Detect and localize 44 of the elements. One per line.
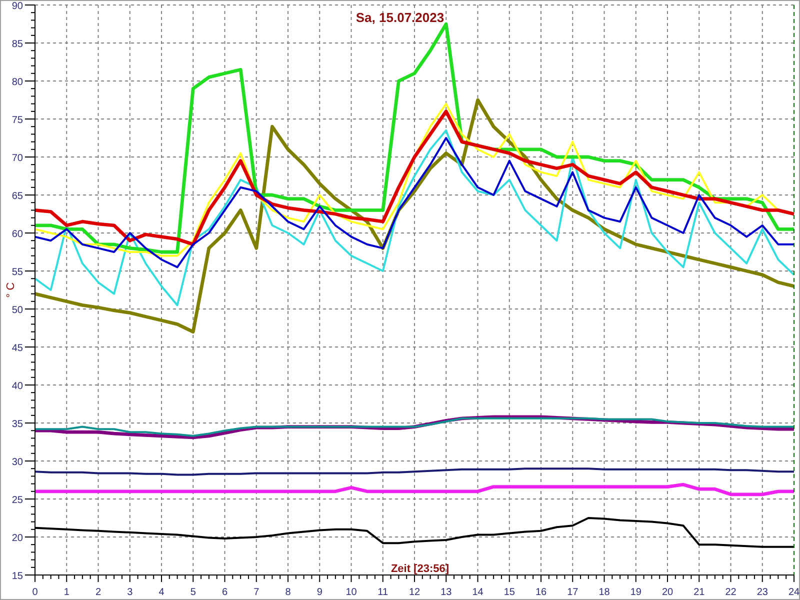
axis-label: 20: [12, 533, 23, 544]
y-axis-title: ° C: [5, 282, 17, 298]
axis-label: 30: [12, 457, 23, 468]
axis-label: 10: [346, 587, 357, 598]
axis-label: 45: [12, 343, 23, 354]
axis-label: 22: [725, 587, 736, 598]
axis-label: 75: [12, 115, 23, 126]
axis-label: 70: [12, 153, 23, 164]
axis-label: 90: [12, 1, 23, 12]
axis-label: 23: [756, 587, 768, 598]
axis-label: 35: [12, 419, 23, 430]
axis-label: 40: [12, 381, 23, 392]
axis-label: 14: [472, 587, 484, 598]
chart-title: Sa, 15.07.2023: [356, 10, 444, 25]
axis-label: 60: [12, 229, 23, 240]
axis-label: 11: [378, 587, 388, 598]
axis-label: 12: [408, 587, 420, 598]
axis-label: 15: [504, 587, 515, 598]
axis-label: 24: [788, 587, 800, 598]
axis-label: 21: [694, 587, 705, 598]
axis-label: 15: [12, 571, 23, 582]
axis-label: 5: [190, 587, 196, 598]
axis-label: 6: [222, 587, 228, 598]
axis-label: 1: [64, 587, 70, 598]
axis-label: 18: [598, 587, 610, 598]
axis-label: 65: [12, 191, 23, 202]
axis-label: 0: [32, 587, 38, 598]
axis-label: 55: [12, 267, 23, 278]
axis-label: 4: [158, 587, 164, 598]
x-axis-title: Zeit [23:56]: [390, 563, 450, 575]
axis-label: 16: [535, 587, 547, 598]
axis-label: 7: [254, 587, 260, 598]
axis-label: 9: [316, 587, 322, 598]
axis-label: 20: [662, 587, 674, 598]
axis-label: 13: [440, 587, 452, 598]
axis-label: 17: [567, 587, 578, 598]
axis-label: 2: [95, 587, 102, 598]
axis-label: 85: [12, 39, 23, 50]
axis-label: 50: [12, 305, 23, 316]
axis-label: 8: [285, 587, 291, 598]
axis-label: 19: [630, 587, 642, 598]
axis-label: 3: [127, 587, 133, 598]
axis-label: 25: [12, 495, 23, 506]
axis-label: 80: [12, 77, 23, 88]
